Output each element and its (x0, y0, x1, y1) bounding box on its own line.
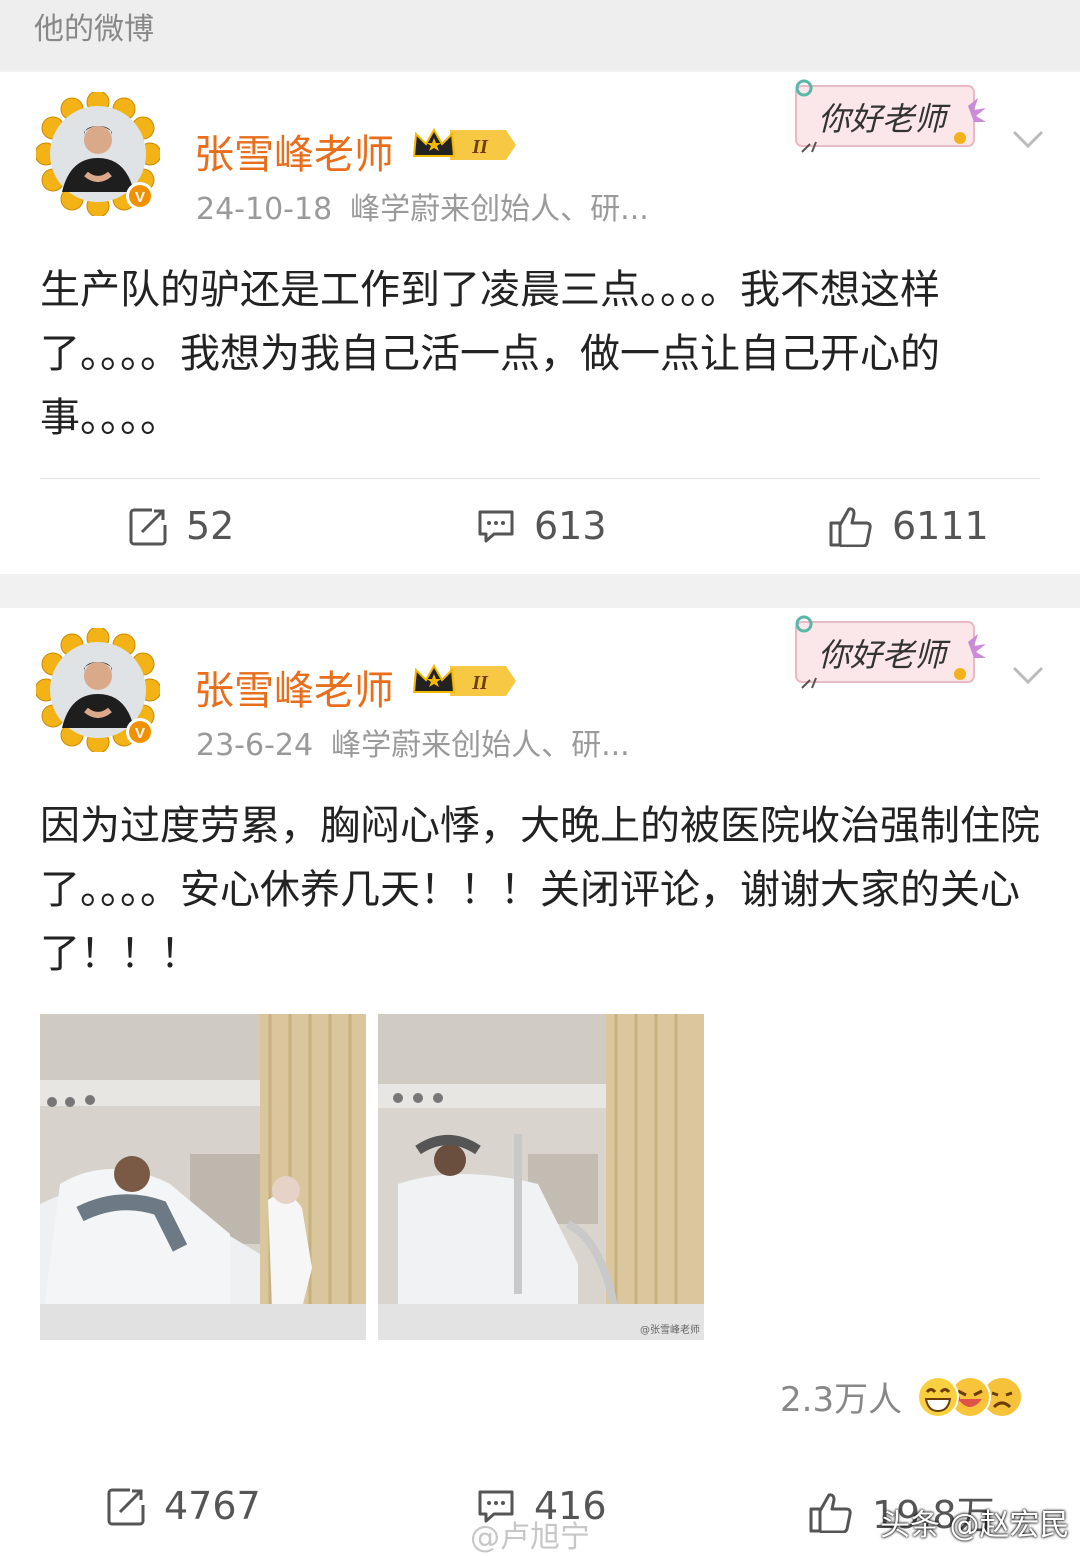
author-name[interactable]: 张雪峰老师 (194, 658, 394, 716)
repost-count: 4767 (164, 1484, 261, 1528)
repost-button[interactable]: 52 (128, 504, 234, 548)
repost-count: 52 (186, 504, 235, 548)
repost-icon (129, 508, 167, 546)
avatar[interactable]: V (34, 626, 162, 754)
reaction-summary[interactable]: 2.3万人 (780, 1372, 1036, 1421)
toutiao-watermark: 头条 @赵宏民 (880, 1508, 1070, 1543)
comment-count: 613 (534, 504, 607, 548)
repost-icon (107, 1488, 145, 1526)
like-count: 6111 (892, 504, 989, 548)
svg-text:II: II (471, 672, 489, 694)
author-bio: 峰学蔚来创始人、研... (331, 728, 630, 763)
svg-text:V: V (135, 725, 145, 742)
author-bio: 峰学蔚来创始人、研... (350, 192, 649, 227)
post-date: 23-6-24 (196, 728, 314, 763)
comment-icon (478, 510, 514, 543)
crown-badge-icon: II (410, 660, 518, 706)
post-photo[interactable]: @张雪峰老师 (378, 1014, 704, 1340)
post-meta: 24-10-18 峰学蔚来创始人、研... (196, 184, 649, 228)
laughing-emoji-icon (917, 1375, 960, 1418)
sticker-text: 你好老师 (818, 636, 947, 674)
post-card[interactable]: V 张雪峰老师 II 23-6-24 峰学蔚来创始人、研... 你好老师 因为过度… (0, 608, 1080, 1556)
thumbs-up-icon (829, 507, 872, 547)
post-photo[interactable] (40, 1014, 366, 1340)
top-bar: 他的微博 (0, 0, 1080, 70)
like-button[interactable]: 6111 (828, 504, 989, 548)
post-card[interactable]: V 张雪峰老师 II 24-10-18 峰学蔚来创始人、研... 你好老师 生产队… (0, 72, 1080, 574)
crown-badge-icon: II (410, 124, 518, 170)
sticker-card: 你好老师 (790, 76, 990, 156)
reaction-count: 2.3万人 (780, 1380, 903, 1420)
post-meta: 23-6-24 峰学蔚来创始人、研... (196, 720, 630, 764)
comment-button[interactable]: 613 (476, 504, 607, 548)
weibo-watermark: @卢旭宁 (470, 1520, 590, 1555)
post-text: 因为过度劳累，胸闷心悸，大晚上的被医院收治强制住院了。。。。安心休养几天！！！关… (40, 803, 1040, 977)
sticker-card: 你好老师 (790, 612, 990, 692)
post-text: 生产队的驴还是工作到了凌晨三点。。。。我不想这样了。。。。我想为我自己活一点，做… (40, 267, 940, 441)
svg-text:II: II (471, 136, 489, 158)
page-title: 他的微博 (34, 12, 154, 47)
author-name[interactable]: 张雪峰老师 (194, 122, 394, 180)
avatar[interactable]: V (34, 90, 162, 218)
chevron-down-icon[interactable] (1008, 124, 1048, 154)
post-date: 24-10-18 (196, 192, 333, 227)
photo-watermark: @张雪峰老师 (640, 1325, 700, 1336)
repost-button[interactable]: 4767 (106, 1484, 261, 1528)
chevron-down-icon[interactable] (1008, 660, 1048, 690)
sticker-text: 你好老师 (818, 100, 947, 138)
svg-text:V: V (135, 189, 145, 206)
thumbs-up-icon (809, 1492, 852, 1533)
divider (40, 478, 1040, 479)
